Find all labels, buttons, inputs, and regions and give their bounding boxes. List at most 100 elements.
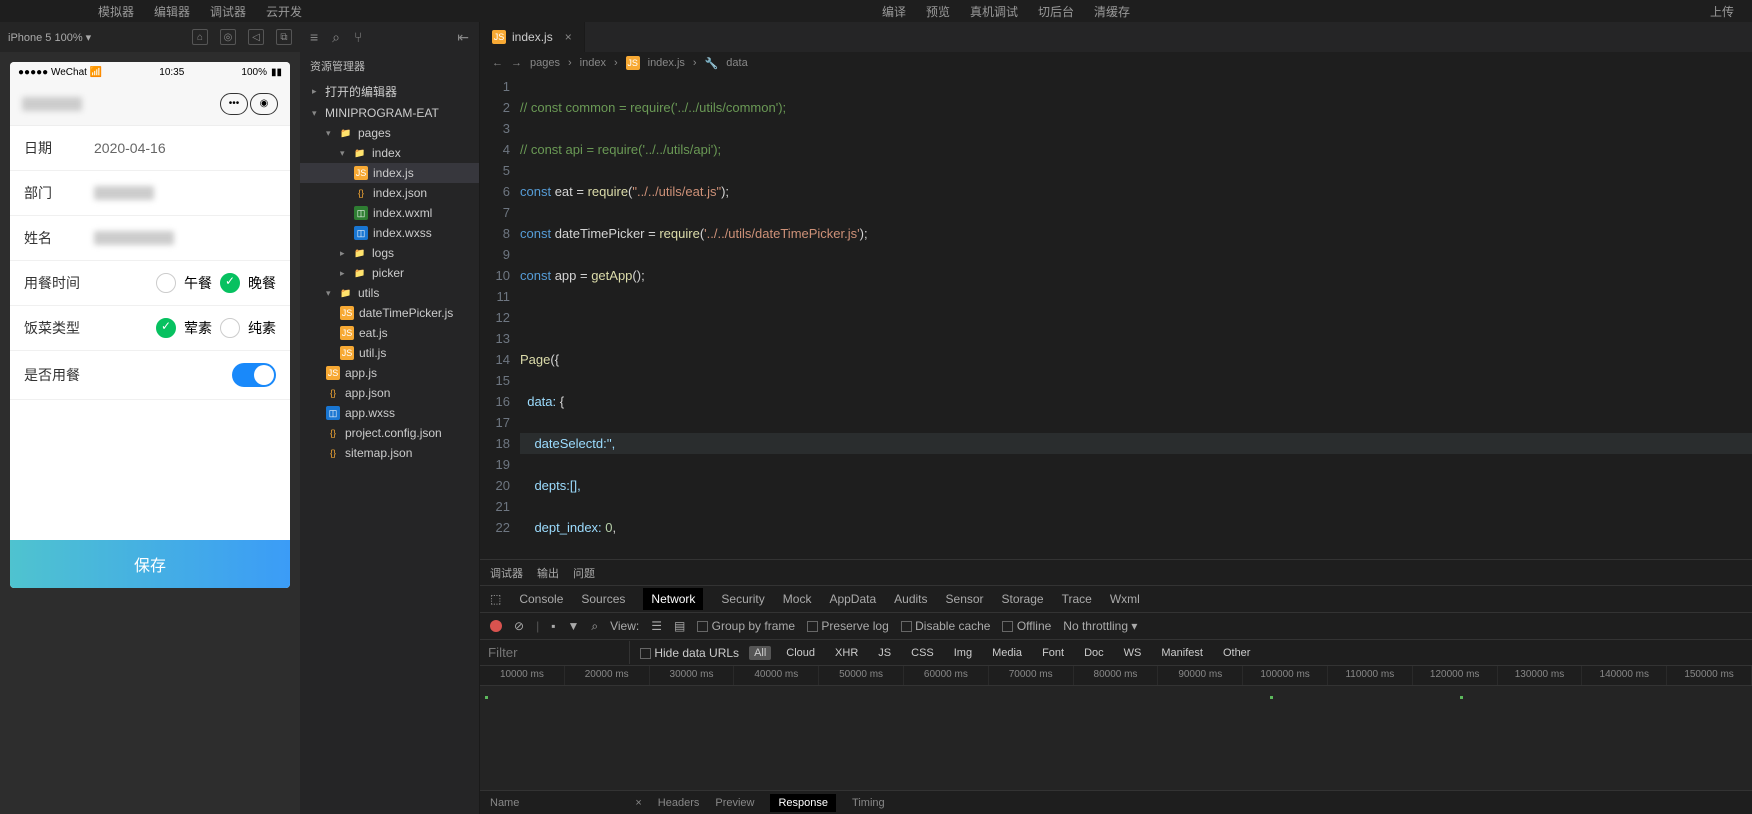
dettab-headers[interactable]: Headers — [658, 797, 700, 809]
file-app-wxss[interactable]: ◫app.wxss — [300, 403, 479, 423]
disablecache-checkbox[interactable] — [901, 621, 912, 632]
topbar-background[interactable]: 切后台 — [1038, 3, 1074, 20]
open-editors-section[interactable]: ▸打开的编辑器 — [300, 80, 479, 103]
throttling-select[interactable]: No throttling ▾ — [1063, 619, 1137, 633]
date-value[interactable]: 2020-04-16 — [94, 140, 276, 156]
topbar-preview[interactable]: 预览 — [926, 3, 950, 20]
folder-picker[interactable]: ▸📁picker — [300, 263, 479, 283]
folder-logs[interactable]: ▸📁logs — [300, 243, 479, 263]
file-index-wxss[interactable]: ◫index.wxss — [300, 223, 479, 243]
filter-all[interactable]: All — [749, 646, 771, 660]
camera-icon[interactable]: ▪ — [551, 619, 555, 633]
topbar-editor[interactable]: 编辑器 — [154, 3, 190, 20]
subtab-mock[interactable]: Mock — [783, 592, 812, 606]
panel-tab-problems[interactable]: 问题 — [573, 565, 595, 581]
home-icon[interactable]: ⌂ — [192, 29, 208, 45]
view-small-icon[interactable]: ▤ — [674, 619, 685, 633]
vege-radio[interactable] — [220, 318, 240, 338]
list-icon[interactable]: ≡ — [310, 29, 318, 45]
filter-css[interactable]: CSS — [906, 646, 939, 660]
file-datetimepicker-js[interactable]: JSdateTimePicker.js — [300, 303, 479, 323]
offline-checkbox[interactable] — [1002, 621, 1013, 632]
filter-ws[interactable]: WS — [1119, 646, 1147, 660]
dettab-preview[interactable]: Preview — [715, 797, 754, 809]
tab-index-js[interactable]: JSindex.js× — [480, 22, 585, 52]
search-net-icon[interactable]: ⌕ — [591, 619, 598, 634]
subtab-storage[interactable]: Storage — [1002, 592, 1044, 606]
hidedataurls-checkbox[interactable] — [640, 648, 651, 659]
filter-cloud[interactable]: Cloud — [781, 646, 820, 660]
filter-icon[interactable]: ▼ — [567, 619, 579, 633]
filter-other[interactable]: Other — [1218, 646, 1256, 660]
file-sitemap[interactable]: {}sitemap.json — [300, 443, 479, 463]
branch-icon[interactable]: ⑂ — [354, 29, 362, 45]
dettab-response[interactable]: Response — [770, 794, 836, 812]
view-large-icon[interactable]: ☰ — [651, 619, 662, 633]
file-app-js[interactable]: JSapp.js — [300, 363, 479, 383]
file-project-config[interactable]: {}project.config.json — [300, 423, 479, 443]
subtab-wxml[interactable]: Wxml — [1110, 592, 1140, 606]
nav-fwd-icon[interactable]: → — [511, 57, 522, 69]
crumb-pages[interactable]: pages — [530, 57, 560, 69]
mute-icon[interactable]: ◁ — [248, 29, 264, 45]
network-timeline[interactable]: 10000 ms20000 ms30000 ms40000 ms50000 ms… — [480, 666, 1752, 686]
subtab-sources[interactable]: Sources — [581, 592, 625, 606]
eatornot-toggle[interactable] — [232, 363, 276, 387]
lunch-radio[interactable] — [156, 273, 176, 293]
topbar-cloud[interactable]: 云开发 — [266, 3, 302, 20]
subtab-console[interactable]: Console — [519, 592, 563, 606]
project-root[interactable]: ▾MINIPROGRAM-EAT — [300, 103, 479, 123]
nav-back-icon[interactable]: ← — [492, 57, 503, 69]
file-index-wxml[interactable]: ◫index.wxml — [300, 203, 479, 223]
file-util-js[interactable]: JSutil.js — [300, 343, 479, 363]
folder-pages[interactable]: ▾📁pages — [300, 123, 479, 143]
folder-utils[interactable]: ▾📁utils — [300, 283, 479, 303]
inspect-icon[interactable]: ⬚ — [490, 592, 501, 606]
topbar-compile[interactable]: 编译 — [882, 3, 906, 20]
record-button[interactable] — [490, 620, 502, 632]
panel-tab-debugger[interactable]: 调试器 — [490, 565, 523, 581]
meat-radio[interactable] — [156, 318, 176, 338]
filter-media[interactable]: Media — [987, 646, 1027, 660]
subtab-sensor[interactable]: Sensor — [946, 592, 984, 606]
dinner-radio[interactable] — [220, 273, 240, 293]
filter-js[interactable]: JS — [873, 646, 896, 660]
subtab-network[interactable]: Network — [643, 588, 703, 610]
record-icon[interactable]: ◎ — [220, 29, 236, 45]
file-index-json[interactable]: {}index.json — [300, 183, 479, 203]
filter-xhr[interactable]: XHR — [830, 646, 863, 660]
file-app-json[interactable]: {}app.json — [300, 383, 479, 403]
col-name[interactable]: Name — [490, 797, 519, 809]
capsule-close-button[interactable]: ◉ — [250, 93, 278, 115]
filter-doc[interactable]: Doc — [1079, 646, 1109, 660]
subtab-audits[interactable]: Audits — [894, 592, 927, 606]
panel-tab-output[interactable]: 输出 — [537, 565, 559, 581]
groupbyframe-checkbox[interactable] — [697, 621, 708, 632]
save-button[interactable]: 保存 — [10, 540, 290, 588]
code-editor[interactable]: 12345678910111213141516171819202122 // c… — [480, 74, 1752, 559]
topbar-debugger[interactable]: 调试器 — [210, 3, 246, 20]
file-eat-js[interactable]: JSeat.js — [300, 323, 479, 343]
filter-manifest[interactable]: Manifest — [1156, 646, 1208, 660]
crumb-data[interactable]: data — [726, 57, 747, 69]
subtab-security[interactable]: Security — [721, 592, 764, 606]
crumb-index[interactable]: index — [580, 57, 606, 69]
collapse-icon[interactable]: ⇤ — [457, 29, 469, 46]
folder-index[interactable]: ▾📁index — [300, 143, 479, 163]
filter-input[interactable] — [480, 641, 630, 664]
topbar-remotedebug[interactable]: 真机调试 — [970, 3, 1018, 20]
dept-value-blurred[interactable] — [94, 186, 154, 200]
search-icon[interactable]: ⌕ — [332, 29, 340, 46]
close-icon[interactable]: × — [565, 30, 572, 44]
subtab-trace[interactable]: Trace — [1062, 592, 1092, 606]
name-value-blurred[interactable] — [94, 231, 174, 245]
topbar-simulator[interactable]: 模拟器 — [98, 3, 134, 20]
network-body[interactable] — [480, 686, 1752, 790]
capsule-menu-button[interactable]: ••• — [220, 93, 248, 115]
file-index-js[interactable]: JSindex.js — [300, 163, 479, 183]
filter-font[interactable]: Font — [1037, 646, 1069, 660]
popout-icon[interactable]: ⧉ — [276, 29, 292, 45]
dettab-timing[interactable]: Timing — [852, 797, 885, 809]
crumb-file[interactable]: index.js — [648, 57, 685, 69]
clear-icon[interactable]: ⊘ — [514, 619, 524, 633]
